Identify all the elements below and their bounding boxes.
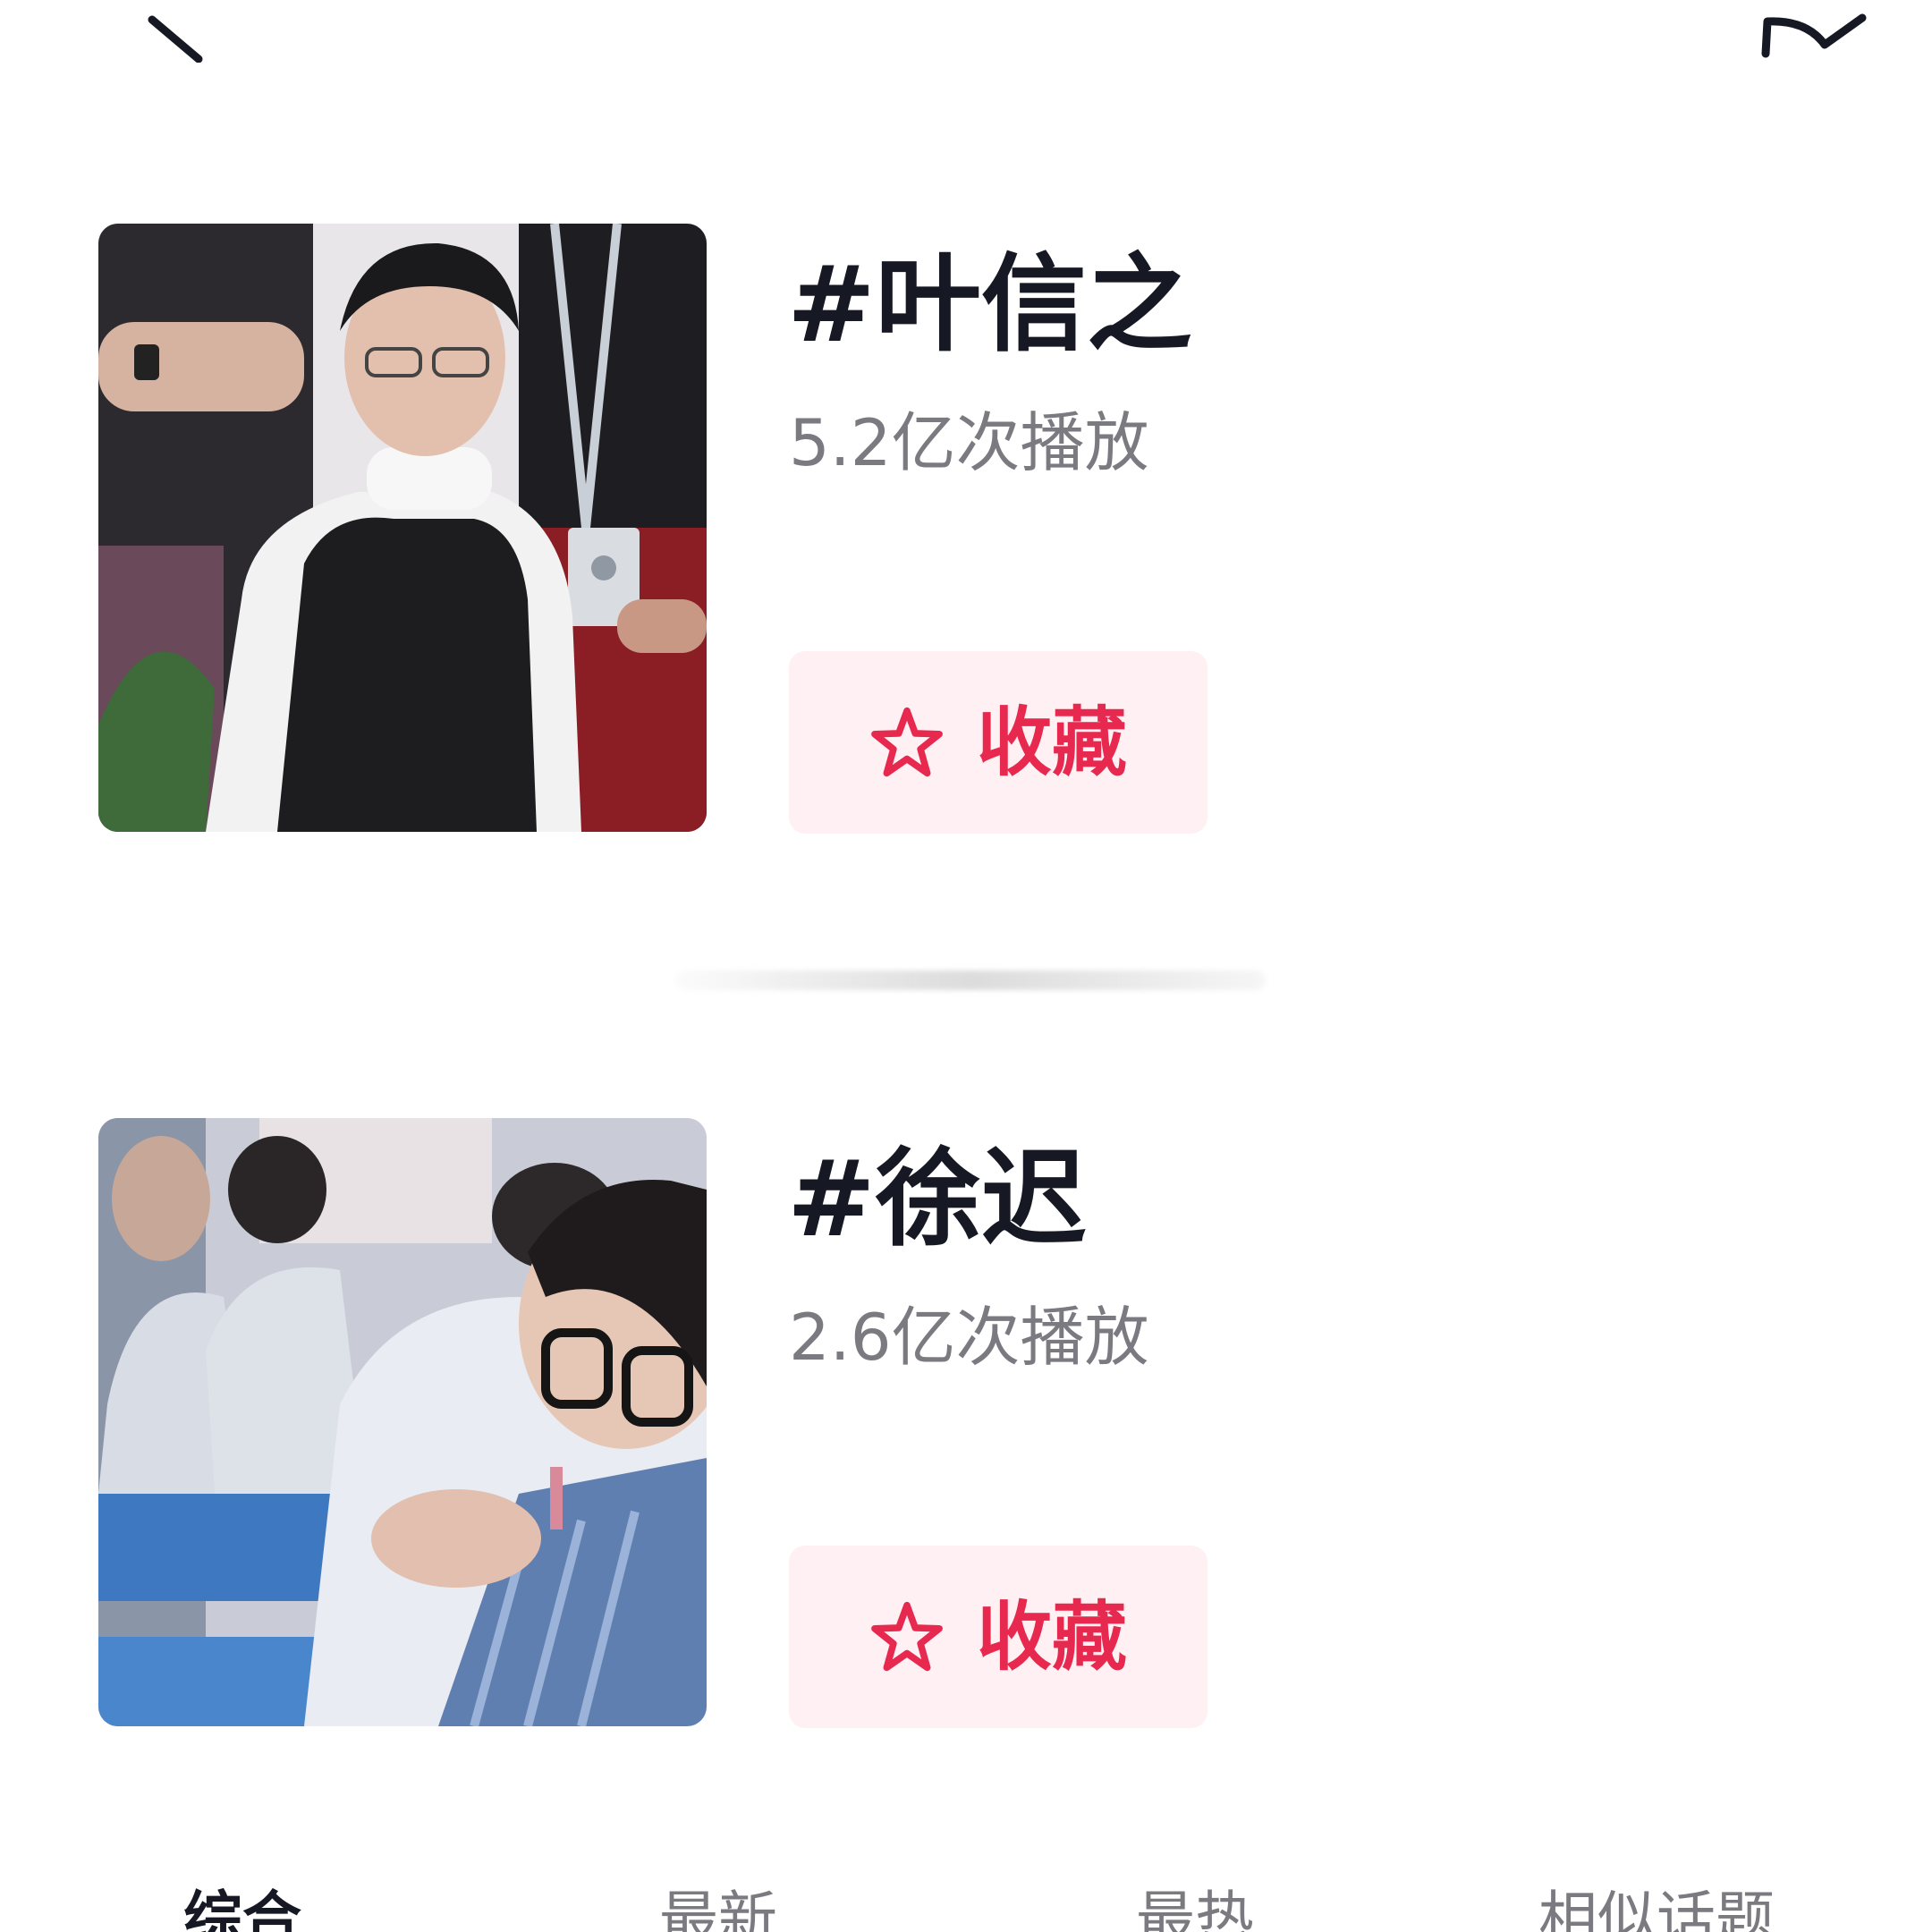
topic-card[interactable]: #徐迟 2.6亿次播放 收藏 [98,1118,1798,1735]
topic-view-count: 5.2亿次播放 [789,405,1149,480]
tab-comprehensive[interactable]: 综合 [183,1884,301,1932]
star-icon [871,1601,943,1672]
topic-title[interactable]: #徐迟 [787,1136,1087,1261]
star-icon [871,707,943,777]
favorite-button[interactable]: 收藏 [789,651,1208,834]
tab-hottest[interactable]: 最热 [1136,1884,1254,1932]
man-in-vest-image [98,224,707,832]
back-arrow-icon[interactable] [143,9,215,63]
divider [675,970,1266,990]
favorite-label: 收藏 [976,699,1127,786]
topic-view-count: 2.6亿次播放 [789,1300,1149,1375]
topic-thumbnail[interactable] [98,1118,707,1726]
tab-latest[interactable]: 最新 [659,1884,777,1932]
tab-similar-topics[interactable]: 相似话题 [1538,1884,1775,1932]
favorite-label: 收藏 [976,1593,1127,1681]
topic-title[interactable]: #叶信之 [787,242,1192,367]
classroom-image [98,1118,707,1726]
favorite-button[interactable]: 收藏 [789,1546,1208,1728]
topic-thumbnail[interactable] [98,224,707,832]
topic-list-page: #叶信之 5.2亿次播放 收藏 #徐迟 2.6亿次播放 收藏 综合 最新 最热 … [0,0,1932,1932]
share-icon[interactable] [1753,9,1878,63]
topic-card[interactable]: #叶信之 5.2亿次播放 收藏 [98,224,1798,841]
tab-bar: 综合 最新 最热 相似话题 [0,1878,1932,1932]
